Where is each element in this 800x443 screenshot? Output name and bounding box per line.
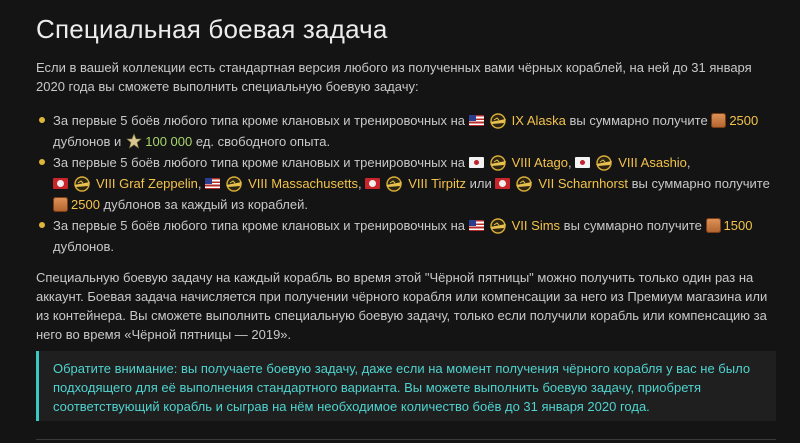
bullet-icon [39, 222, 45, 228]
japan-flag-icon [468, 157, 484, 168]
germany-flag-icon [365, 178, 381, 189]
task-text: дублонов и [53, 134, 122, 149]
free-xp-amount: 100 000 [145, 134, 193, 149]
ship-link-alaska[interactable]: IX Alaska [512, 113, 566, 128]
separator: , [197, 176, 202, 191]
info-note: Обратите внимание: вы получаете боевую з… [36, 351, 776, 421]
japan-flag-icon [575, 157, 591, 168]
gold-amount: 2500 [71, 197, 100, 212]
free-xp-star-icon [126, 133, 142, 149]
ship-link-asashio[interactable]: VIII Asashio [618, 155, 687, 170]
ship-class-icon [593, 155, 615, 171]
ship-class-icon [383, 176, 405, 192]
usa-flag-icon [468, 220, 484, 231]
task-item-alaska: За первые 5 боёв любого типа кроме клано… [36, 110, 776, 152]
task-text: дублонов за каждый из кораблей. [103, 197, 308, 212]
ship-class-icon [487, 218, 509, 234]
usa-flag-icon [205, 178, 221, 189]
ship-class-icon [71, 176, 93, 192]
ship-class-icon [487, 113, 509, 129]
page-title: Специальная боевая задача [36, 14, 388, 44]
doubloon-icon [711, 113, 727, 128]
separator: , [357, 176, 362, 191]
doubloon-icon [705, 218, 721, 233]
bullet-icon [39, 117, 45, 123]
task-text: За первые 5 боёв любого типа кроме клано… [53, 218, 466, 233]
task-text: ед. свободного опыта. [195, 134, 331, 149]
ship-link-atago[interactable]: VIII Atago [512, 155, 568, 170]
bullet-icon [39, 159, 45, 165]
ship-link-scharnhorst[interactable]: VII Scharnhorst [538, 176, 628, 191]
separator: , [568, 155, 572, 170]
doubloon-icon [53, 197, 68, 212]
ship-link-tirpitz[interactable]: VIII Tirpitz [408, 176, 466, 191]
separator: , [686, 155, 691, 170]
task-text: За первые 5 боёв любого типа кроме клано… [53, 155, 466, 170]
ship-class-icon [223, 176, 245, 192]
ship-class-icon [487, 155, 509, 171]
ship-class-icon [513, 176, 535, 192]
gold-amount: 1500 [723, 218, 753, 233]
germany-flag-icon [53, 178, 68, 189]
ship-link-massachusetts[interactable]: VIII Massachusetts [248, 176, 358, 191]
task-text: дублонов. [53, 239, 114, 254]
germany-flag-icon [495, 178, 511, 189]
ship-link-graf-zeppelin[interactable]: VIII Graf Zeppelin [96, 176, 198, 191]
task-text: вы суммарно получите [563, 218, 702, 233]
task-list: За первые 5 боёв любого типа кроме клано… [36, 110, 776, 257]
task-item-multiple-ships: За первые 5 боёв любого типа кроме клано… [36, 152, 776, 215]
intro-paragraph: Если в вашей коллекции есть стандартная … [36, 60, 752, 94]
task-text: вы суммарно получите [631, 176, 770, 191]
gold-amount: 2500 [729, 113, 759, 128]
task-text: вы суммарно получите [569, 113, 708, 128]
usa-flag-icon [468, 115, 484, 126]
task-text: За первые 5 боёв любого типа кроме клано… [53, 113, 466, 128]
rules-paragraph: Специальную боевую задачу на каждый кора… [36, 270, 768, 342]
divider [36, 439, 776, 440]
ship-link-sims[interactable]: VII Sims [512, 218, 560, 233]
task-item-sims: За первые 5 боёв любого типа кроме клано… [36, 215, 776, 257]
separator: или [469, 176, 492, 191]
note-text: Обратите внимание: вы получаете боевую з… [53, 361, 751, 414]
